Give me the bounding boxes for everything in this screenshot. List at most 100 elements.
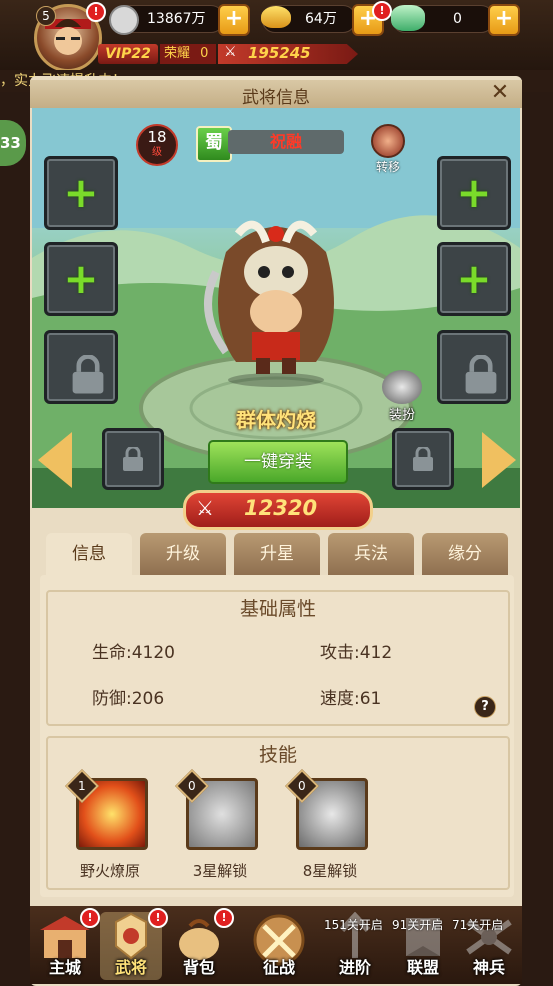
add-equip-icon: + — [456, 254, 492, 303]
add-equip-icon: + — [63, 254, 99, 303]
skill-item-2[interactable]: 0 3星解锁 — [170, 769, 270, 882]
equip-slot-accessory[interactable]: + — [437, 242, 511, 316]
jade-icon — [391, 5, 425, 31]
def-value: 206 — [131, 689, 165, 709]
equip-slot-locked-left[interactable] — [44, 330, 118, 404]
equip-slot-locked-right[interactable] — [437, 330, 511, 404]
side-badge-value: 33 — [0, 134, 21, 152]
atk-value: 412 — [359, 643, 393, 663]
nav-unlock-text: 151关开启 — [324, 918, 383, 932]
vip-badge[interactable]: VIP22 — [98, 44, 158, 64]
nav-label: 神兵 — [472, 958, 505, 977]
nav-alert-badge: ! — [80, 908, 100, 928]
honor-badge: 荣耀 0 — [160, 44, 216, 64]
hero-character-sprite — [204, 220, 334, 387]
nav-battle[interactable]: 征战 — [244, 912, 314, 980]
hero-level-emblem: 18 级 — [136, 124, 178, 166]
hero-level-label: 级 — [152, 147, 162, 158]
lock-icon — [413, 447, 433, 471]
nav-advance[interactable]: 151关开启 进阶 — [324, 911, 386, 980]
skill-name: 野火燎原 — [79, 862, 140, 880]
skill-name: 3星解锁 — [192, 862, 248, 880]
spd-stat: 速度:61 — [320, 684, 381, 709]
nav-label: 进阶 — [338, 958, 371, 977]
skill-name: 8星解锁 — [302, 862, 358, 880]
equip-slot-weapon[interactable]: + — [44, 156, 118, 230]
honor-value: 0 — [200, 46, 209, 61]
skill-item-3[interactable]: 0 8星解锁 — [280, 769, 380, 882]
def-stat: 防御:206 — [92, 684, 164, 709]
coin-icon — [109, 5, 139, 35]
nav-alliance[interactable]: 91关开启 联盟 — [392, 912, 454, 980]
base-attr-section: 基础属性 生命:4120 攻击:412 防御:206 速度:61 ? — [46, 590, 510, 726]
nav-alert-badge: ! — [148, 908, 168, 928]
equip-slot-locked-bottom-left[interactable] — [102, 428, 164, 490]
transfer-button[interactable]: 转移 — [368, 124, 408, 174]
gold-display: 64万 — [261, 5, 356, 33]
next-hero-arrow[interactable] — [482, 432, 516, 488]
side-event-badge[interactable]: 33 — [0, 120, 26, 166]
hp-value: 4120 — [131, 643, 175, 663]
nav-alert-badge: ! — [214, 908, 234, 928]
dress-icon — [382, 370, 422, 404]
jade-display: 0 — [391, 5, 494, 33]
lock-icon — [465, 355, 497, 394]
equip-slot-helmet[interactable]: + — [437, 156, 511, 230]
transfer-icon — [371, 124, 405, 158]
equip-slot-armor[interactable]: + — [44, 242, 118, 316]
hero-power-display: ⚔ 12320 — [183, 490, 373, 530]
hero-skill-text: 群体灼烧 — [236, 408, 316, 432]
hero-level-value: 18 — [147, 128, 167, 146]
coin-value: 13867万 — [147, 11, 206, 27]
gold-value: 64万 — [305, 11, 337, 27]
def-label: 防御: — [92, 689, 132, 709]
coin-display: 13867万 — [109, 5, 224, 35]
nav-label: 武将 — [114, 958, 147, 977]
close-button[interactable]: ✕ — [488, 82, 512, 104]
nav-label: 征战 — [262, 958, 295, 977]
tab-starup[interactable]: 升星 — [234, 533, 320, 575]
honor-label: 荣耀 — [164, 46, 191, 61]
hero-power-value: 12320 — [244, 496, 318, 520]
total-power-display: ⚔ 195245 — [218, 44, 358, 64]
panel-title: 武将信息 — [242, 88, 310, 108]
hp-label: 生命: — [92, 643, 132, 663]
gold-alert-badge: ! — [372, 1, 392, 21]
tab-levelup[interactable]: 升级 — [140, 533, 226, 575]
spd-value: 61 — [359, 689, 382, 709]
nav-divine-weapon[interactable]: 71关开启 神兵 — [452, 912, 520, 980]
nav-label: 联盟 — [406, 958, 439, 977]
equip-all-button[interactable]: 一键穿装 — [208, 440, 348, 484]
base-attr-title: 基础属性 — [239, 598, 316, 620]
lock-icon — [72, 355, 104, 394]
equip-slot-locked-bottom-right[interactable] — [392, 428, 454, 490]
tab-info[interactable]: 信息 — [46, 533, 132, 579]
dress-button[interactable]: 装扮 — [374, 370, 430, 424]
nav-label: 主城 — [48, 958, 81, 977]
sword-icon: ⚔ — [196, 496, 214, 520]
faction-badge: 蜀 — [196, 126, 232, 162]
total-power-value: 195245 — [248, 44, 311, 62]
dress-label: 装扮 — [388, 408, 415, 423]
help-icon[interactable]: ? — [474, 696, 496, 718]
prev-hero-arrow[interactable] — [38, 432, 72, 488]
avatar-alert-badge: ! — [86, 2, 106, 22]
skill-item-1[interactable]: 1 野火燎原 — [60, 769, 160, 882]
tab-fate[interactable]: 缘分 — [422, 533, 508, 575]
player-level-badge: 5 — [36, 6, 56, 26]
lock-icon — [123, 447, 143, 471]
panel-title-bar: 武将信息 ✕ — [30, 80, 522, 108]
atk-label: 攻击: — [320, 643, 360, 663]
add-jade-button[interactable]: + — [488, 4, 520, 36]
hero-name: 祝融 — [269, 132, 302, 151]
hero-name-plate: 祝融 — [228, 130, 344, 154]
jade-value: 0 — [453, 11, 462, 27]
skills-title: 技能 — [258, 744, 297, 766]
sword-icon: ⚔ — [224, 44, 237, 60]
transfer-label: 转移 — [375, 160, 400, 174]
nav-label: 背包 — [182, 958, 215, 977]
add-coin-button[interactable]: + — [218, 4, 250, 36]
tab-tactics[interactable]: 兵法 — [328, 533, 414, 575]
add-equip-icon: + — [63, 168, 99, 217]
spd-label: 速度: — [320, 689, 360, 709]
